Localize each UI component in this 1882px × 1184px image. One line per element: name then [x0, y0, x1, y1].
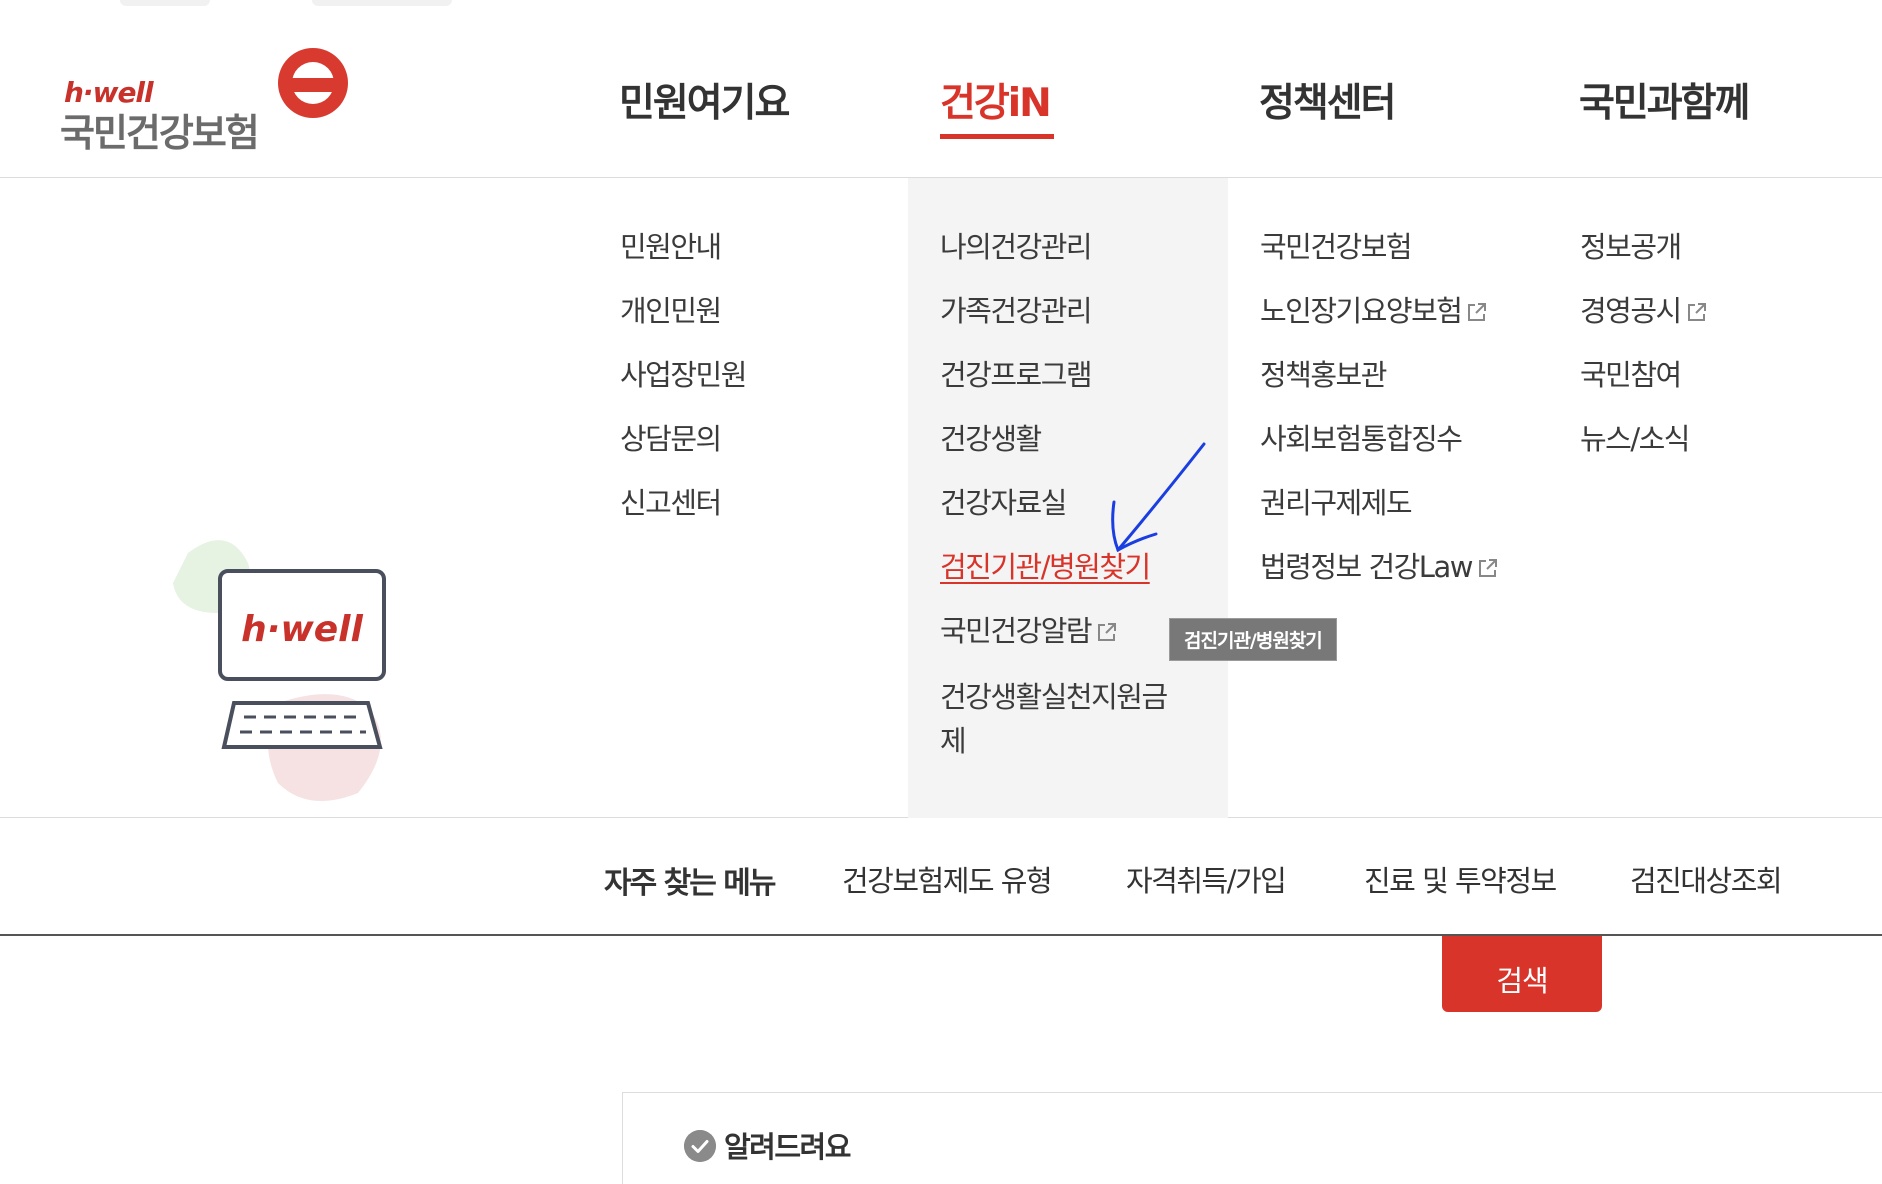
external-link-icon — [1468, 303, 1487, 321]
submenu-law-info[interactable]: 법령정보 건강Law — [1260, 550, 1499, 584]
illustration-label: h·well — [241, 609, 363, 650]
hover-tooltip: 검진기관/병원찾기 — [1169, 618, 1337, 661]
quick-link-insurance-types[interactable]: 건강보험제도 유형 — [842, 858, 1053, 900]
nav-civil-service[interactable]: 민원여기요 — [619, 72, 790, 128]
external-link-icon — [1478, 559, 1497, 577]
site-logo[interactable]: h·well 국민건강보험 — [60, 48, 360, 158]
site-header: h·well 국민건강보험 민원여기요 건강iN 정책센터 국민과함께 — [0, 0, 1882, 178]
submenu-participation[interactable]: 국민참여 — [1580, 358, 1682, 392]
submenu-personal[interactable]: 개인민원 — [620, 294, 722, 328]
submenu-health-data[interactable]: 건강자료실 — [940, 486, 1067, 520]
submenu-guide[interactable]: 민원안내 — [620, 230, 722, 264]
submenu-health-alarm[interactable]: 국민건강알람 — [940, 614, 1118, 648]
submenu-policy-pr[interactable]: 정책홍보관 — [1260, 358, 1387, 392]
submenu-health-life[interactable]: 건강생활 — [940, 422, 1042, 456]
submenu-label: 경영공시 — [1580, 294, 1682, 328]
quick-link-checkup-target[interactable]: 검진대상조회 — [1630, 858, 1783, 900]
submenu-ltc-insurance[interactable]: 노인장기요양보험 — [1260, 294, 1488, 328]
submenu-news[interactable]: 뉴스/소식 — [1580, 422, 1691, 456]
quick-menu-bar: 자주 찾는 메뉴 건강보험제도 유형 자격취득/가입 진료 및 투약정보 검진대… — [0, 818, 1882, 936]
external-link-icon — [1098, 623, 1117, 641]
computer-illustration-icon: h·well — [173, 540, 386, 801]
mask-face-icon — [278, 48, 348, 118]
external-link-icon — [1687, 303, 1706, 321]
active-nav-underline — [940, 134, 1054, 139]
submenu-hospital-search[interactable]: 검진기관/병원찾기 — [940, 550, 1151, 584]
submenu-label: 법령정보 건강Law — [1260, 550, 1473, 584]
submenu-management-disclosure[interactable]: 경영공시 — [1580, 294, 1708, 328]
submenu-consult[interactable]: 상담문의 — [620, 422, 722, 456]
submenu-nhis[interactable]: 국민건강보험 — [1260, 230, 1413, 264]
submenu-label-line1: 건강생활실천지원금 — [940, 680, 1168, 714]
nav-with-citizens[interactable]: 국민과함께 — [1579, 72, 1750, 128]
submenu-workplace[interactable]: 사업장민원 — [620, 358, 747, 392]
submenu-info-disclosure[interactable]: 정보공개 — [1580, 230, 1682, 264]
nav-health-in[interactable]: 건강iN — [940, 72, 1052, 128]
submenu-label: 국민건강알람 — [940, 614, 1093, 648]
submenu-my-health[interactable]: 나의건강관리 — [940, 230, 1093, 264]
submenu-label: 노인장기요양보험 — [1260, 294, 1463, 328]
logo-title: 국민건강보험 — [60, 111, 260, 155]
check-circle-icon — [684, 1130, 716, 1162]
submenu-integrated-collection[interactable]: 사회보험통합징수 — [1260, 422, 1463, 456]
submenu-report[interactable]: 신고센터 — [620, 486, 722, 520]
submenu-label-line2: 제 — [940, 724, 967, 758]
quick-link-treatment-info[interactable]: 진료 및 투약정보 — [1364, 858, 1557, 900]
quick-link-qualification[interactable]: 자격취득/가입 — [1126, 858, 1287, 900]
mega-menu: h·well 민원안내 개인민원 사업장민원 상담문의 신고센터 나의건강관리 … — [0, 178, 1882, 818]
submenu-family-health[interactable]: 가족건강관리 — [940, 294, 1093, 328]
submenu-rights-relief[interactable]: 권리구제제도 — [1260, 486, 1413, 520]
submenu-health-program[interactable]: 건강프로그램 — [940, 358, 1093, 392]
notice-title: 알려드려요 — [724, 1130, 851, 1164]
quick-menu-title: 자주 찾는 메뉴 — [604, 866, 776, 901]
search-button[interactable]: 검색 — [1442, 936, 1602, 1012]
submenu-health-incentive[interactable]: 건강생활실천지원금 제 — [940, 680, 1168, 758]
nav-policy-center[interactable]: 정책센터 — [1259, 72, 1397, 128]
